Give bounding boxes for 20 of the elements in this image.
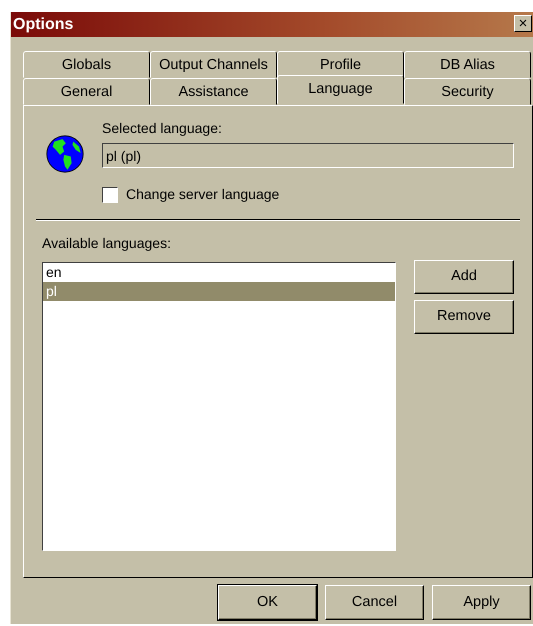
side-button[interactable]: Remove	[414, 300, 514, 334]
tab[interactable]: Assistance	[150, 78, 277, 105]
tab[interactable]: Security	[404, 78, 531, 105]
close-button[interactable]: ×	[514, 15, 532, 32]
dialog-button[interactable]: Cancel	[325, 585, 424, 620]
window-title: Options	[13, 14, 74, 34]
dialog-button[interactable]: Apply	[432, 585, 531, 620]
dialog-button[interactable]: OK	[218, 585, 317, 620]
tab[interactable]: Language	[277, 75, 404, 104]
checkbox[interactable]	[102, 186, 118, 202]
field-label: Selected language:	[102, 119, 223, 138]
tab[interactable]: DB Alias	[404, 51, 531, 78]
side-button[interactable]: Add	[414, 260, 514, 294]
list-item[interactable]: en	[43, 263, 395, 282]
tab[interactable]: Output Channels	[150, 51, 277, 78]
list-label: Available languages:	[42, 234, 172, 253]
checkbox-label: Change server language	[126, 185, 280, 204]
tab[interactable]: Globals	[23, 51, 150, 78]
tab[interactable]: General	[23, 78, 150, 105]
selected-language-field[interactable]: pl (pl)	[102, 143, 514, 168]
